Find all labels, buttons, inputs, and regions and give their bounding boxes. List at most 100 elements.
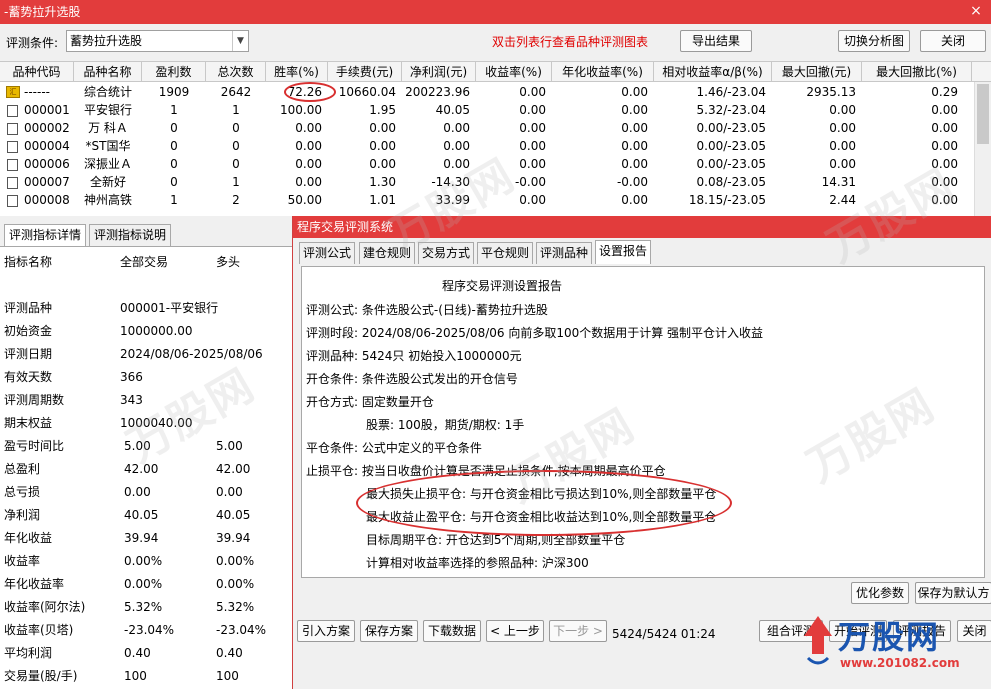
metric-name: 交易量(股/手) [4, 669, 78, 683]
table-scrollbar[interactable] [974, 82, 991, 216]
cell-total: 1 [232, 175, 240, 189]
metric-long: 5.32% [216, 600, 255, 614]
col-header[interactable]: 胜率(%) [266, 62, 328, 82]
site-logo: 万股网 www.201082.com [800, 612, 970, 682]
cell-profit: 200223.96 [405, 85, 470, 99]
row-checkbox-icon[interactable] [7, 159, 18, 171]
next-step-button[interactable]: 下一步 > [549, 620, 607, 642]
col-header[interactable]: 收益率(%) [476, 62, 552, 82]
metric-row[interactable]: 交易量(股/手) 100 100 [0, 665, 292, 688]
cell-profit: 0.00 [443, 121, 470, 135]
col-header[interactable]: 净利润(元) [402, 62, 476, 82]
cell-dd: 0.00 [829, 157, 856, 171]
cell-ddr: 0.00 [931, 121, 958, 135]
metric-row[interactable]: 年化收益 39.94 39.94 [0, 527, 292, 550]
metric-name: 盈亏时间比 [4, 439, 65, 453]
metric-row[interactable]: 评测品种 000001-平安银行 [0, 297, 292, 320]
col-header[interactable]: 盈利数 [142, 62, 206, 82]
metric-all: 40.05 [124, 508, 159, 522]
metric-all: 2024/08/06-2025/08/06 [120, 347, 263, 361]
metric-name: 评测日期 [4, 347, 53, 361]
metric-long: 5.00 [216, 439, 243, 453]
chevron-down-icon[interactable]: ▼ [232, 31, 248, 51]
col-header[interactable]: 品种代码 [0, 62, 74, 82]
report-line: 评测品种: 5424只 初始投入1000000元 [306, 349, 522, 363]
cell-winrate: 50.00 [287, 193, 322, 207]
cell-winrate: 0.00 [295, 139, 322, 153]
tab-formula[interactable]: 评测公式 [299, 242, 356, 264]
scrollbar-thumb[interactable] [977, 84, 989, 144]
cell-dd: 0.00 [829, 103, 856, 117]
cell-name: 综合统计 [83, 85, 132, 99]
cell-total: 2642 [220, 85, 252, 99]
col-header[interactable]: 最大回撤(元) [772, 62, 862, 82]
tab-metric-details[interactable]: 评测指标详情 [4, 224, 87, 246]
cell-winrate: 0.00 [295, 175, 322, 189]
metric-row[interactable]: 评测日期 2024/08/06-2025/08/06 [0, 343, 292, 366]
metric-row[interactable]: 净利润 40.05 40.05 [0, 504, 292, 527]
condition-label: 评测条件: [6, 36, 59, 50]
row-checkbox-icon[interactable] [7, 195, 18, 207]
metric-name: 年化收益 [4, 531, 53, 545]
switch-chart-button[interactable]: 切换分析图 [838, 30, 910, 52]
logo-text: 万股网 [838, 618, 941, 656]
tab-metric-explanation[interactable]: 评测指标说明 [89, 224, 172, 246]
table-row[interactable]: 000001 平安银行 1 1 100.00 1.95 40.05 0.00 0.00 5.32/… [0, 101, 991, 119]
row-checkbox-icon[interactable] [7, 177, 18, 189]
metric-long: 40.05 [216, 508, 251, 522]
metric-all: 39.94 [124, 531, 159, 545]
export-button[interactable]: 导出结果 [680, 30, 752, 52]
cell-annual: 0.00 [621, 157, 648, 171]
metric-long: 0.00% [216, 577, 255, 591]
metric-row[interactable]: 收益率(阿尔法) 5.32% 5.32% [0, 596, 292, 619]
cell-name: 深振业Ａ [83, 157, 132, 171]
cell-fee: 1.30 [369, 175, 396, 189]
report-line: 评测时段: 2024/08/06-2025/08/06 向前多取100个数据用于… [306, 326, 764, 340]
metric-name: 有效天数 [4, 370, 53, 384]
tab-close-rules[interactable]: 平仓规则 [477, 242, 534, 264]
import-plan-button[interactable]: 引入方案 [297, 620, 355, 642]
download-data-button[interactable]: 下载数据 [423, 620, 481, 642]
col-header[interactable]: 相对收益率α/β(%) [654, 62, 772, 82]
save-default-button[interactable]: 保存为默认方 [915, 582, 991, 604]
row-checkbox-icon[interactable] [7, 123, 18, 135]
cell-annual: -0.00 [616, 175, 648, 189]
cell-name: 全新好 [89, 175, 126, 189]
metric-row[interactable]: 收益率(贝塔) -23.04% -23.04% [0, 619, 292, 642]
metric-row[interactable]: 平均利润 0.40 0.40 [0, 642, 292, 665]
metric-row[interactable]: 年化收益率 0.00% 0.00% [0, 573, 292, 596]
optimize-button[interactable]: 优化参数 [851, 582, 909, 604]
metric-row[interactable]: 初始资金 1000000.00 [0, 320, 292, 343]
col-header[interactable]: 最大回撤比(%) [862, 62, 972, 82]
metric-all: 5.32% [124, 600, 163, 614]
col-header[interactable]: 品种名称 [74, 62, 142, 82]
tab-report-settings[interactable]: 设置报告 [595, 240, 652, 264]
metric-all: 0.40 [124, 646, 151, 660]
cell-code: 000001 [24, 103, 70, 117]
metric-row[interactable]: 收益率 0.00% 0.00% [0, 550, 292, 573]
metric-long: 0.00 [216, 485, 243, 499]
tab-instruments[interactable]: 评测品种 [536, 242, 593, 264]
row-checkbox-icon[interactable] [7, 105, 18, 117]
col-header[interactable]: 年化收益率(%) [552, 62, 654, 82]
report-line: 平仓条件: 公式中定义的平仓条件 [306, 441, 482, 455]
metric-row[interactable]: 总亏损 0.00 0.00 [0, 481, 292, 504]
metric-name: 初始资金 [4, 324, 53, 338]
table-row[interactable]: 汇 ------ 综合统计 1909 2642 72.26 10660.04 200223.9… [0, 83, 991, 101]
col-header[interactable]: 手续费(元) [328, 62, 402, 82]
cell-annual: 0.00 [621, 193, 648, 207]
cell-total: 0 [232, 121, 240, 135]
table-row[interactable]: 000002 万 科Ａ 0 0 0.00 0.00 0.00 0.00 0.00 0.00/-23… [0, 119, 991, 137]
metrics-header: 指标名称 全部交易 多头 [0, 251, 292, 274]
metric-all: 100 [124, 669, 147, 683]
condition-select[interactable]: 蓄势拉升选股 ▼ [66, 30, 249, 52]
close-icon[interactable]: × [967, 2, 985, 20]
cell-total: 2 [232, 193, 240, 207]
prev-step-button[interactable]: < 上一步 [486, 620, 544, 642]
col-header[interactable]: 总次数 [206, 62, 266, 82]
close-button[interactable]: 关闭 [920, 30, 986, 52]
metric-name: 总盈利 [4, 462, 41, 476]
save-plan-button[interactable]: 保存方案 [360, 620, 418, 642]
row-checkbox-icon[interactable] [7, 141, 18, 153]
summary-icon: 汇 [6, 86, 20, 98]
